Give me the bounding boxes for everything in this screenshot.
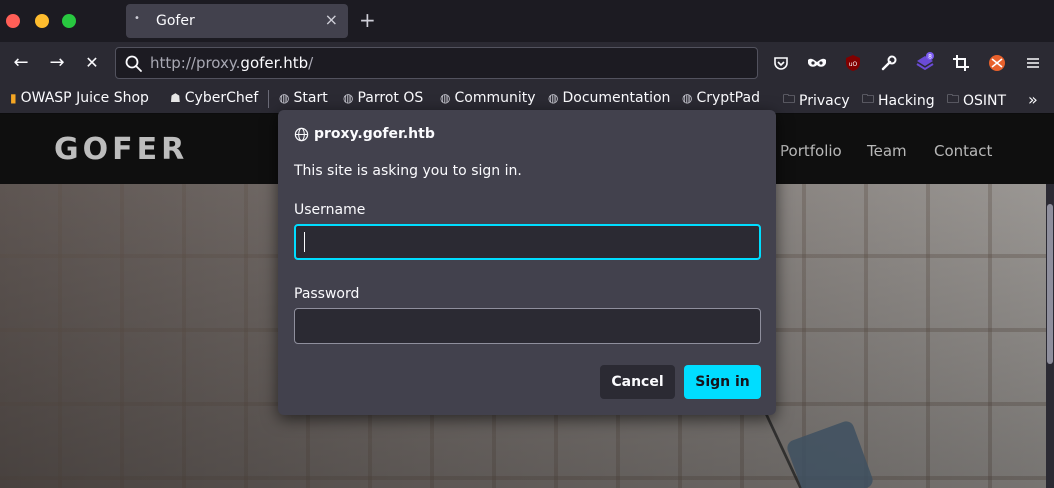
site-nav-team[interactable]: Team <box>867 142 907 160</box>
password-label: Password <box>294 286 360 302</box>
bookmark-parrot-os[interactable]: ◍ Parrot OS <box>343 90 423 106</box>
tab-close-icon[interactable]: × <box>325 10 338 29</box>
globe-icon: ◍ <box>682 91 693 105</box>
stop-button[interactable]: ✕ <box>80 51 104 75</box>
sign-in-button[interactable]: Sign in <box>684 365 761 399</box>
chef-icon: ☗ <box>170 91 181 105</box>
new-tab-button[interactable]: + <box>359 8 376 32</box>
svg-text:uO: uO <box>849 61 858 68</box>
dialog-origin: proxy.gofer.htb <box>294 126 435 142</box>
url-bar[interactable]: http://proxy.gofer.htb/ <box>115 47 758 79</box>
bookmark-folder-hacking[interactable]: 🗀 Hacking <box>862 90 935 111</box>
password-input[interactable] <box>294 308 761 344</box>
forward-button[interactable]: → <box>45 51 69 75</box>
extension-icon[interactable]: 8 <box>914 52 936 74</box>
window-maximize-button[interactable] <box>62 14 76 28</box>
bookmark-cryptpad[interactable]: ◍ CryptPad <box>682 90 760 106</box>
globe-icon: ◍ <box>279 91 290 105</box>
folder-icon: 🗀 <box>947 92 960 106</box>
window-close-button[interactable] <box>6 14 20 28</box>
window-minimize-button[interactable] <box>35 14 49 28</box>
firefox-avatar-icon[interactable] <box>986 52 1008 74</box>
bookmarks-overflow-icon[interactable]: » <box>1028 90 1038 109</box>
tab-gofer[interactable]: • Gofer × <box>126 4 348 38</box>
ublock-icon[interactable]: uO <box>842 52 864 74</box>
dialog-message: This site is asking you to sign in. <box>294 163 522 179</box>
globe-icon: ◍ <box>548 91 559 105</box>
folder-icon: 🗀 <box>862 92 875 106</box>
bookmark-owasp-juice-shop[interactable]: ▮ OWASP Juice Shop <box>10 90 149 106</box>
site-nav-contact[interactable]: Contact <box>934 142 992 160</box>
crop-icon[interactable] <box>950 52 972 74</box>
site-nav-portfolio[interactable]: Portfolio <box>780 142 842 160</box>
back-button[interactable]: ← <box>9 51 33 75</box>
page-scrollbar[interactable] <box>1046 184 1054 488</box>
username-label: Username <box>294 202 366 218</box>
tab-strip: • Gofer × + <box>0 0 1054 42</box>
site-logo[interactable]: GOFER <box>54 132 188 167</box>
text-caret <box>304 232 305 252</box>
loading-dot-icon: • <box>134 13 140 24</box>
pocket-icon[interactable] <box>770 52 792 74</box>
tab-title: Gofer <box>156 13 195 29</box>
url-text: http://proxy.gofer.htb/ <box>150 54 314 72</box>
bookmark-folder-osint[interactable]: 🗀 OSINT <box>947 90 1006 111</box>
cancel-button[interactable]: Cancel <box>600 365 675 399</box>
globe-icon: ◍ <box>440 91 451 105</box>
globe-icon: ◍ <box>343 91 354 105</box>
menu-icon[interactable] <box>1022 52 1044 74</box>
scrollbar-thumb[interactable] <box>1047 204 1053 364</box>
search-icon <box>125 55 142 72</box>
sign-in-dialog: proxy.gofer.htb This site is asking you … <box>278 110 776 415</box>
bookmark-community[interactable]: ◍ Community <box>440 90 536 106</box>
bookmark-folder-privacy[interactable]: 🗀 Privacy <box>783 90 850 111</box>
bookmark-documentation[interactable]: ◍ Documentation <box>548 90 670 106</box>
folder-icon: 🗀 <box>783 92 796 106</box>
mask-icon[interactable] <box>806 52 828 74</box>
bookmark-cyberchef[interactable]: ☗ CyberChef <box>170 90 258 106</box>
extension-badge: 8 <box>928 54 932 61</box>
juice-icon: ▮ <box>10 91 17 105</box>
navigation-toolbar: ← → ✕ http://proxy.gofer.htb/ uO 8 <box>0 42 1054 84</box>
bookmark-separator <box>268 90 269 108</box>
globe-icon <box>294 127 309 141</box>
wrench-icon[interactable] <box>878 52 900 74</box>
username-input[interactable] <box>294 224 761 260</box>
dialog-origin-text: proxy.gofer.htb <box>314 126 435 142</box>
bookmark-start[interactable]: ◍ Start <box>279 90 328 106</box>
